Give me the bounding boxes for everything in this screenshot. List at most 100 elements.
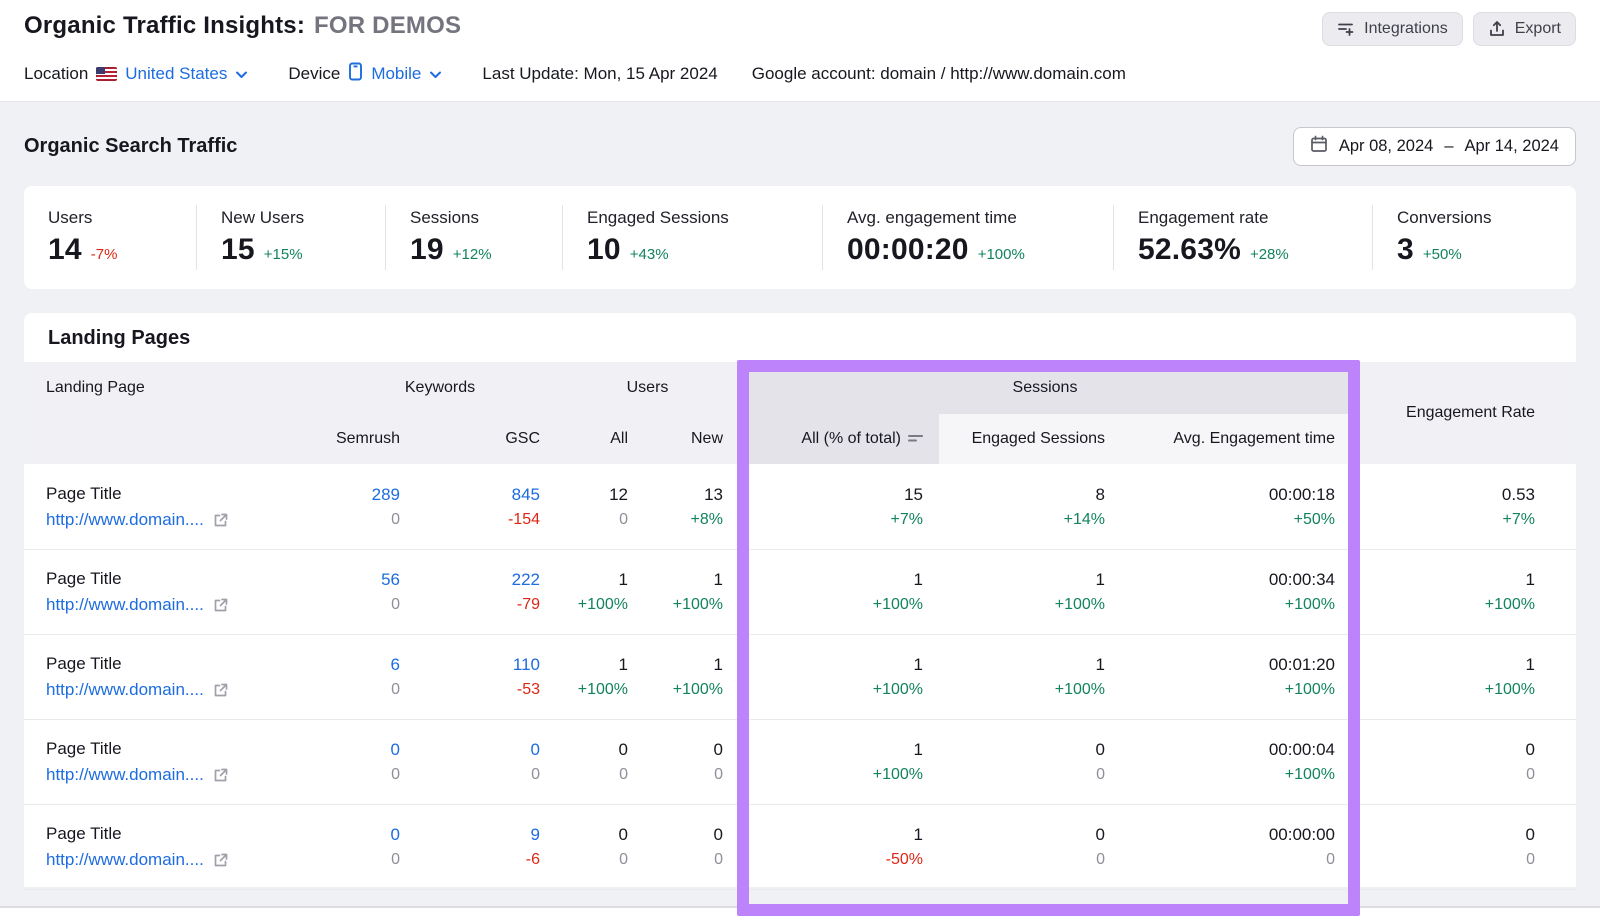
external-link-icon[interactable] xyxy=(213,512,229,528)
users-all-change: 0 xyxy=(619,766,628,784)
semrush-keywords-value[interactable]: 0 xyxy=(391,740,400,760)
gsc-keywords-value[interactable]: 9 xyxy=(531,825,540,845)
semrush-keywords-change: 0 xyxy=(391,681,400,699)
device-value: Mobile xyxy=(371,64,421,84)
gsc-keywords-value[interactable]: 0 xyxy=(531,740,540,760)
engagement-rate-change: +100% xyxy=(1485,596,1535,614)
gsc-keywords-change: -6 xyxy=(526,851,540,869)
gsc-keywords-value[interactable]: 110 xyxy=(513,655,540,675)
users-all-change: +100% xyxy=(578,681,628,699)
semrush-keywords-change: 0 xyxy=(391,851,400,869)
users-all-value: 1 xyxy=(619,655,628,675)
us-flag-icon xyxy=(96,67,117,81)
sessions-all-value: 1 xyxy=(914,655,923,675)
semrush-keywords-value[interactable]: 56 xyxy=(381,570,400,590)
export-button[interactable]: Export xyxy=(1473,12,1576,46)
engagement-rate-value: 0.53 xyxy=(1502,485,1535,505)
integrations-button[interactable]: Integrations xyxy=(1322,12,1463,46)
date-range-picker[interactable]: Apr 08, 2024 – Apr 14, 2024 xyxy=(1293,127,1576,166)
metric-sessions: Sessions 19 +12% xyxy=(385,205,562,270)
semrush-keywords-value[interactable]: 0 xyxy=(391,825,400,845)
column-header-users-all[interactable]: All xyxy=(556,414,644,464)
metric-label: New Users xyxy=(221,208,375,228)
gsc-keywords-change: -53 xyxy=(517,681,540,699)
avg-engagement-time-change: +50% xyxy=(1294,511,1335,529)
users-all-value: 1 xyxy=(619,570,628,590)
engagement-rate-change: +7% xyxy=(1503,511,1535,529)
integrations-label: Integrations xyxy=(1364,20,1448,38)
landing-page-link[interactable]: http://www.domain.... xyxy=(46,765,204,785)
page-title-text: Page Title xyxy=(46,654,324,674)
sessions-all-change: +7% xyxy=(891,511,923,529)
column-header-engagement-rate[interactable]: Engagement Rate xyxy=(1351,362,1551,464)
landing-page-link[interactable]: http://www.domain.... xyxy=(46,850,204,870)
users-all-change: 0 xyxy=(619,511,628,529)
sessions-all-change: +100% xyxy=(873,766,923,784)
metric-conversions: Conversions 3 +50% xyxy=(1372,205,1576,270)
metric-change: -7% xyxy=(91,246,118,263)
column-group-sessions: Sessions xyxy=(739,362,1351,414)
semrush-keywords-change: 0 xyxy=(391,511,400,529)
sessions-all-value: 1 xyxy=(914,825,923,845)
metric-avg-engagement-time: Avg. engagement time 00:00:20 +100% xyxy=(822,205,1113,270)
avg-engagement-time-change: +100% xyxy=(1285,596,1335,614)
device-dropdown[interactable]: Device Mobile xyxy=(288,62,442,86)
engaged-sessions-value: 1 xyxy=(1096,655,1105,675)
engaged-sessions-change: +100% xyxy=(1055,596,1105,614)
engaged-sessions-value: 1 xyxy=(1096,570,1105,590)
users-new-change: 0 xyxy=(714,766,723,784)
column-header-engaged-sessions[interactable]: Engaged Sessions xyxy=(939,414,1121,464)
avg-engagement-time-value: 00:00:34 xyxy=(1269,570,1335,590)
semrush-keywords-change: 0 xyxy=(391,766,400,784)
top-bar: Organic Traffic Insights:FOR DEMOS Integ… xyxy=(0,0,1600,102)
semrush-keywords-value[interactable]: 289 xyxy=(372,485,400,505)
column-group-keywords: Keywords xyxy=(324,362,556,414)
column-header-semrush[interactable]: Semrush xyxy=(324,414,416,464)
avg-engagement-time-change: 0 xyxy=(1326,851,1335,869)
metrics-summary-card: Users 14 -7% New Users 15 +15% Sessions … xyxy=(24,186,1576,289)
metric-value: 10 xyxy=(587,233,621,267)
gsc-keywords-value[interactable]: 222 xyxy=(512,570,540,590)
location-value: United States xyxy=(125,64,227,84)
location-dropdown[interactable]: Location United States xyxy=(24,64,248,84)
users-new-value: 0 xyxy=(714,825,723,845)
engagement-rate-change: +100% xyxy=(1485,681,1535,699)
metric-engagement-rate: Engagement rate 52.63% +28% xyxy=(1113,205,1372,270)
location-label: Location xyxy=(24,64,88,84)
section-title: Organic Search Traffic xyxy=(24,135,237,158)
engagement-rate-change: 0 xyxy=(1526,851,1535,869)
page-title-text: Page Title xyxy=(46,824,324,844)
column-header-users-new[interactable]: New xyxy=(644,414,739,464)
users-new-change: 0 xyxy=(714,851,723,869)
external-link-icon[interactable] xyxy=(213,852,229,868)
semrush-keywords-change: 0 xyxy=(391,596,400,614)
mobile-phone-icon xyxy=(348,62,363,86)
page-title-text: Page Title xyxy=(46,739,324,759)
column-header-sessions-all[interactable]: All (% of total) xyxy=(739,414,939,464)
column-header-avg-engagement-time[interactable]: Avg. Engagement time xyxy=(1121,414,1351,464)
sessions-all-value: 1 xyxy=(914,740,923,760)
column-header-gsc[interactable]: GSC xyxy=(416,414,556,464)
avg-engagement-time-value: 00:00:04 xyxy=(1269,740,1335,760)
page-title: Organic Traffic Insights:FOR DEMOS xyxy=(24,12,461,40)
landing-page-link[interactable]: http://www.domain.... xyxy=(46,510,204,530)
avg-engagement-time-change: +100% xyxy=(1285,766,1335,784)
avg-engagement-time-value: 00:00:18 xyxy=(1269,485,1335,505)
landing-page-link[interactable]: http://www.domain.... xyxy=(46,595,204,615)
page-title-text: Page Title xyxy=(46,569,324,589)
external-link-icon[interactable] xyxy=(213,597,229,613)
engaged-sessions-change: 0 xyxy=(1096,766,1105,784)
table-body: Page Title http://www.domain.... 289 0 8… xyxy=(24,464,1576,889)
sessions-all-change: -50% xyxy=(886,851,923,869)
gsc-keywords-value[interactable]: 845 xyxy=(512,485,540,505)
external-link-icon[interactable] xyxy=(213,767,229,783)
engaged-sessions-change: 0 xyxy=(1096,851,1105,869)
semrush-keywords-value[interactable]: 6 xyxy=(391,655,400,675)
date-separator: – xyxy=(1444,137,1453,156)
users-all-change: 0 xyxy=(619,851,628,869)
avg-engagement-time-value: 00:01:20 xyxy=(1269,655,1335,675)
engagement-rate-value: 0 xyxy=(1526,740,1535,760)
export-label: Export xyxy=(1515,20,1561,38)
external-link-icon[interactable] xyxy=(213,682,229,698)
landing-page-link[interactable]: http://www.domain.... xyxy=(46,680,204,700)
